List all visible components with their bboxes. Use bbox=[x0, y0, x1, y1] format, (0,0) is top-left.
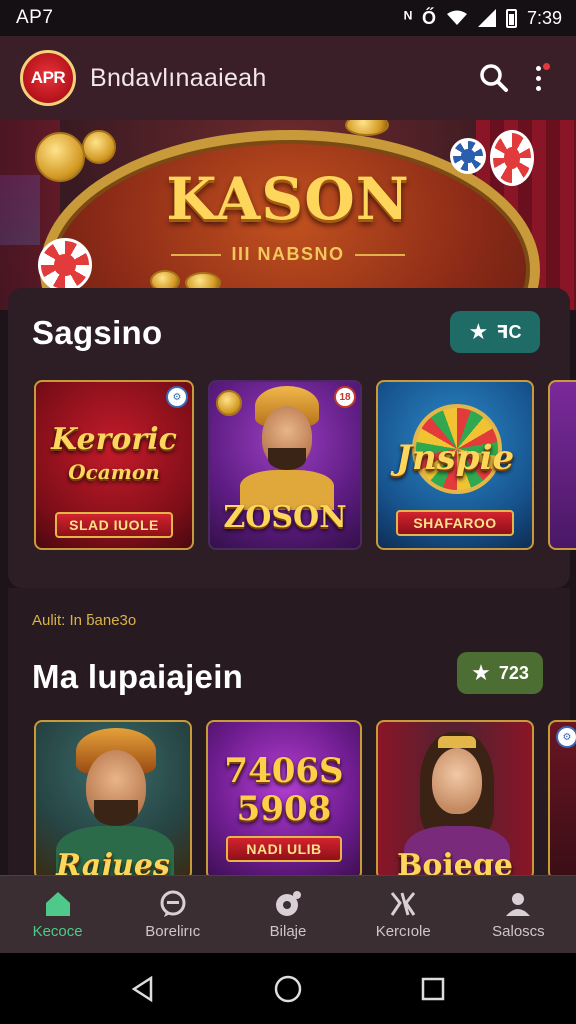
rating-pill[interactable]: ★ ꟻC bbox=[450, 311, 540, 353]
status-bar: AP7 ᴺ Ő 7:39 bbox=[0, 0, 576, 36]
status-icons: ᴺ Ő 7:39 bbox=[404, 8, 562, 29]
rating-value: ꟻC bbox=[496, 321, 522, 342]
recents-button[interactable] bbox=[411, 967, 455, 1011]
coin-icon bbox=[82, 130, 116, 164]
nav-item-profile[interactable]: Saloscs bbox=[461, 876, 576, 953]
bottom-navigation: Kecoce Borelirıc Bilaje Kercıole Saloscs bbox=[0, 875, 576, 953]
games-icon bbox=[390, 892, 416, 916]
logo-text: APR bbox=[30, 68, 66, 87]
game-tile[interactable]: Rajues bbox=[34, 720, 192, 880]
wifi-icon bbox=[446, 10, 467, 25]
nav-item-chat[interactable]: Borelirıc bbox=[115, 876, 230, 953]
nav-item-games[interactable]: Kercıole bbox=[346, 876, 461, 953]
coin-icon bbox=[216, 390, 242, 416]
hero-banner[interactable]: KASON III NABSNO bbox=[0, 120, 576, 310]
game-tile[interactable]: ⚙ bbox=[548, 720, 576, 880]
rating-pill[interactable]: ★ 723 bbox=[457, 652, 543, 694]
back-button[interactable] bbox=[121, 967, 165, 1011]
carrier-label: AP7 bbox=[16, 7, 54, 28]
more-options-button[interactable] bbox=[516, 56, 560, 100]
search-button[interactable] bbox=[472, 56, 516, 100]
home-icon bbox=[45, 892, 70, 916]
more-vert-icon bbox=[535, 62, 550, 91]
game-title: Keroric bbox=[51, 422, 177, 457]
character-beard bbox=[94, 800, 138, 826]
game-title: ZOSON bbox=[223, 500, 347, 535]
game-tile[interactable] bbox=[548, 380, 576, 550]
app-title: Bndavlınaaieah bbox=[90, 63, 267, 92]
back-icon bbox=[131, 975, 152, 1002]
age-badge-icon: ⚙ bbox=[166, 386, 188, 408]
nav-label: Bilaje bbox=[269, 923, 307, 940]
game-tile[interactable]: 18 ZOSON bbox=[208, 380, 362, 550]
nav-label: Borelirıc bbox=[145, 923, 201, 940]
notification-dot bbox=[542, 62, 550, 70]
search-icon bbox=[480, 64, 508, 92]
hero-title: KASON bbox=[166, 165, 410, 233]
signal-icon bbox=[477, 9, 496, 27]
nav-label: Kecoce bbox=[32, 923, 83, 940]
game-tile[interactable]: Jnspie SHAFAROO bbox=[376, 380, 534, 550]
age-badge-icon: ⚙ bbox=[556, 726, 576, 748]
game-banner: SLAD IUOLE bbox=[54, 512, 174, 538]
character-face bbox=[432, 748, 482, 814]
game-title: Jnspie bbox=[395, 438, 515, 478]
nav-item-chips[interactable]: Bilaje bbox=[230, 876, 345, 953]
character-tiara bbox=[438, 736, 476, 748]
star-icon: ★ bbox=[471, 660, 491, 685]
game-tile[interactable]: ⚙ Keroric Ocamon SLAD IUOLE bbox=[34, 380, 194, 550]
hero-subtitle: III NABSNO bbox=[0, 244, 576, 265]
battery-icon bbox=[505, 8, 517, 28]
age-badge-icon: 18 bbox=[334, 386, 356, 408]
profile-icon bbox=[506, 893, 531, 916]
system-navigation bbox=[0, 953, 576, 1024]
alarm-icon: Ő bbox=[421, 7, 436, 28]
section-title: Ma lupaiajein bbox=[32, 658, 244, 695]
chat-icon bbox=[160, 890, 186, 917]
section-title: Sagsino bbox=[32, 314, 163, 351]
featured-section: Sagsino ★ ꟻC ⚙ Keroric Ocamon SLAD IUOLE… bbox=[8, 288, 576, 588]
home-button[interactable] bbox=[266, 967, 310, 1011]
game-banner: SHAFAROO bbox=[396, 510, 514, 536]
recommended-section: Aulit: In ƃane3o Ma lupaiajein ★ 723 Raj… bbox=[8, 588, 576, 880]
nav-item-home[interactable]: Kecoce bbox=[0, 876, 115, 953]
clock: 7:39 bbox=[526, 7, 562, 28]
character-beard bbox=[268, 448, 306, 470]
chip-icon bbox=[276, 891, 301, 916]
home-circle-icon bbox=[274, 975, 302, 1002]
nfc-icon: ᴺ bbox=[404, 7, 412, 28]
game-subtitle: Ocamon bbox=[68, 460, 160, 484]
game-tile[interactable]: Boiege bbox=[376, 720, 534, 880]
recents-icon bbox=[422, 977, 445, 1000]
rating-value: 723 bbox=[498, 662, 529, 683]
nav-label: Saloscs bbox=[492, 923, 545, 940]
nav-label: Kercıole bbox=[375, 923, 431, 940]
game-title: 7406S 5908 bbox=[224, 751, 344, 829]
star-icon: ★ bbox=[468, 319, 489, 344]
game-tile[interactable]: 7406S 5908 NADI ULIB bbox=[206, 720, 362, 880]
app-bar: APR Bndavlınaaieah bbox=[0, 36, 576, 120]
section-subheading: Aulit: In ƃane3o bbox=[32, 612, 137, 629]
app-logo[interactable]: APR bbox=[20, 50, 76, 106]
game-banner: NADI ULIB bbox=[226, 836, 342, 862]
